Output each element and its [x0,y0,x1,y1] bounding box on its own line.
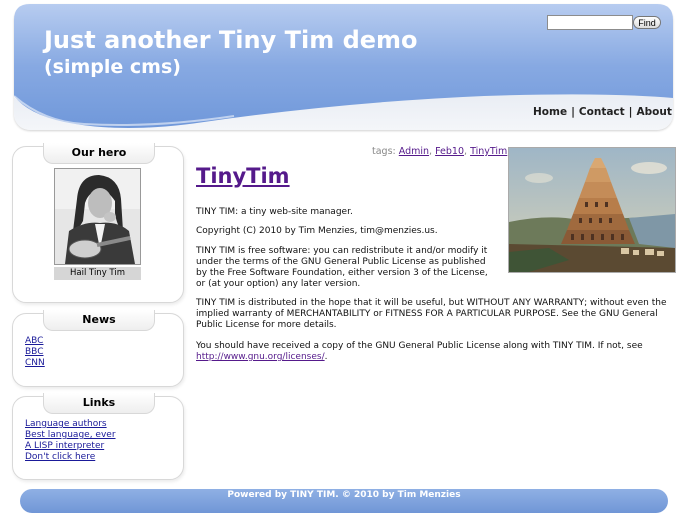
hero-box-title: Our hero [43,143,155,164]
nav-home-link[interactable]: Home [533,106,567,118]
tag-admin[interactable]: Admin [399,146,429,157]
tag-feb10[interactable]: Feb10 [435,146,464,157]
link-best-language[interactable]: Best language, ever [25,430,116,441]
link-dont-click[interactable]: Don't click here [25,452,116,463]
tags-label: tags: [372,146,396,157]
nav-separator: | [571,106,575,118]
footer-bar: Powered by TINY TIM. © 2010 by Tim Menzi… [20,489,668,513]
site-subtitle: (simple cms) [44,56,181,78]
links-list: Language authors Best language, ever A L… [25,419,116,463]
hero-photo [54,168,141,265]
find-button[interactable]: Find [633,16,661,29]
tower-of-babel-image [508,147,676,273]
license-text: You should have received a copy of the G… [196,341,643,351]
post-paragraph-3: TINY TIM is free software: you can redis… [196,246,488,289]
link-lisp-interpreter[interactable]: A LISP interpreter [25,441,116,452]
site-title: Just another Tiny Tim demo [44,26,418,54]
links-box: Links Language authors Best language, ev… [12,393,184,480]
license-period: . [324,352,328,362]
post-paragraph-4: TINY TIM is distributed in the hope that… [196,298,667,330]
link-language-authors[interactable]: Language authors [25,419,116,430]
top-nav: Home | Contact | About [533,106,672,118]
search-input[interactable] [547,15,633,30]
post-paragraph-1: TINY TIM: a tiny web-site manager. [196,207,353,217]
nav-contact-link[interactable]: Contact [579,106,625,118]
post-tags: tags: Admin, Feb10, TinyTim [372,146,508,157]
links-box-title: Links [43,393,155,414]
news-box: News ABC BBC CNN [12,310,184,387]
news-links: ABC BBC CNN [25,336,45,369]
news-link-abc[interactable]: ABC [25,336,45,347]
post-paragraph-2: Copyright (C) 2010 by Tim Menzies, tim@m… [196,226,438,236]
tag-tinytim[interactable]: TinyTim [470,146,507,157]
post-title-link[interactable]: TinyTim [196,164,290,188]
footer-text: Powered by TINY TIM. © 2010 by Tim Menzi… [227,490,461,500]
hero-caption: Hail Tiny Tim [54,267,141,280]
nav-separator: | [628,106,633,118]
gnu-licenses-link[interactable]: http://www.gnu.org/licenses/ [196,352,325,362]
post-paragraph-5: You should have received a copy of the G… [196,341,672,363]
hero-box: Our hero Hail Tiny Tim [12,143,184,303]
news-link-bbc[interactable]: BBC [25,347,45,358]
news-box-title: News [43,310,155,331]
news-link-cnn[interactable]: CNN [25,358,45,369]
nav-about-link[interactable]: About [637,106,672,118]
